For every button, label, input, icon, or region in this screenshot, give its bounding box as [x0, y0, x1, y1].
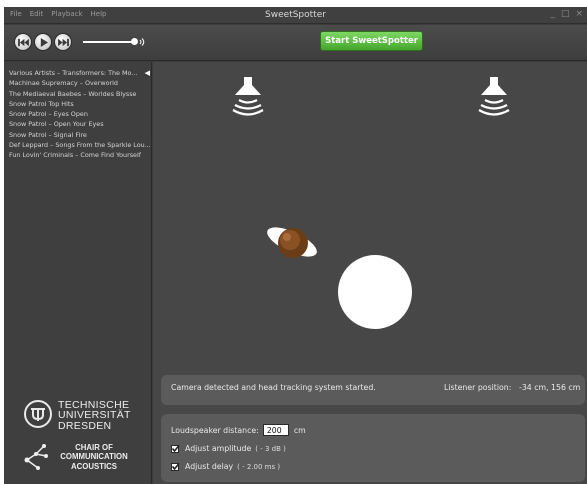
listener-head-icon: [267, 227, 317, 258]
delay-row: Adjust delay ( - 2.00 ms ): [171, 462, 280, 471]
playlist-item[interactable]: Various Artists – Transformers: The Mo..…: [9, 68, 150, 78]
listener-position-value: -34 cm, 156 cm: [519, 383, 581, 392]
amplitude-checkbox[interactable]: [171, 444, 180, 453]
status-message: Camera detected and head tracking system…: [171, 383, 376, 392]
amplitude-label: Adjust amplitude: [185, 444, 252, 453]
right-loudspeaker-icon: [478, 77, 510, 116]
window-title: SweetSpotter: [265, 10, 326, 20]
tu-dresden-logo: TECHNISCHE UNIVERSITÄT DRESDEN: [24, 398, 136, 434]
playlist-item[interactable]: Machinae Supremacy – Overworld: [9, 78, 150, 88]
cca-line-1: CHAIR OF: [75, 443, 113, 452]
window-controls: _ □ ×: [550, 9, 583, 19]
settings-panel: Loudspeaker distance: cm Adjust amplitud…: [161, 414, 585, 482]
tu-dresden-emblem-icon: [24, 400, 52, 428]
playlist-item-label: Snow Patrol – Open Your Eyes: [9, 120, 104, 129]
cca-line-2: COMMUNICATION: [60, 452, 128, 462]
amplitude-value: ( - 3 dB ): [255, 444, 286, 453]
tu-dresden-wordmark: TECHNISCHE UNIVERSITÄT DRESDEN: [58, 400, 131, 431]
sweet-spot-marker[interactable]: [338, 255, 412, 329]
previous-button[interactable]: [14, 33, 32, 51]
play-icon: [40, 37, 48, 47]
left-loudspeaker-icon: [232, 77, 264, 116]
next-icon: [57, 38, 69, 46]
listening-stage: Camera detected and head tracking system…: [153, 62, 587, 484]
playlist-item-label: Snow Patrol Top Hits: [9, 99, 74, 108]
playlist-item[interactable]: Snow Patrol – Open Your Eyes: [9, 119, 150, 129]
playlist-item-label: The Mediaeval Baebes – Worldes Blysse: [9, 89, 137, 98]
speaker-volume-icon: [139, 38, 145, 46]
playlist: Various Artists – Transformers: The Mo..…: [9, 68, 150, 161]
sidebar: Various Artists – Transformers: The Mo..…: [4, 62, 152, 484]
maximize-button[interactable]: □: [561, 9, 570, 19]
close-button[interactable]: ×: [575, 9, 583, 19]
volume-knob[interactable]: [130, 38, 138, 45]
distance-label: Loudspeaker distance:: [171, 425, 259, 435]
volume-slider[interactable]: [83, 38, 138, 45]
delay-value: ( - 2.00 ms ): [237, 462, 281, 471]
distance-unit: cm: [293, 425, 306, 435]
cca-wordmark: CHAIR OF COMMUNICATION ACOUSTICS: [54, 443, 134, 471]
status-panel: Camera detected and head tracking system…: [161, 375, 585, 405]
playlist-item[interactable]: The Mediaeval Baebes – Worldes Blysse: [9, 89, 150, 99]
playlist-item-label: Def Leppard – Songs From the Sparkle Lou…: [9, 141, 150, 150]
playlist-item-label: Snow Patrol – Eyes Open: [9, 110, 88, 119]
previous-icon: [17, 38, 29, 46]
playlist-item[interactable]: Snow Patrol – Eyes Open: [9, 109, 150, 119]
volume-fill: [83, 41, 135, 43]
playlist-item[interactable]: Snow Patrol Top Hits: [9, 99, 150, 109]
tud-line-3: DRESDEN: [58, 419, 112, 432]
checkmark-icon: [171, 462, 180, 470]
playlist-item-label: Snow Patrol – Signal Fire: [9, 130, 87, 139]
network-nodes-icon: [24, 444, 48, 470]
app-window: File Edit Playback Help SweetSpotter _ □…: [4, 7, 587, 484]
playlist-item-label: Various Artists – Transformers: The Mo..…: [9, 69, 138, 77]
distance-input[interactable]: [262, 424, 289, 436]
distance-row: Loudspeaker distance: cm: [171, 424, 306, 436]
playlist-item-label: Fun Lovin' Criminals – Come Find Yoursel…: [9, 151, 142, 160]
playlist-item[interactable]: Fun Lovin' Criminals – Come Find Yoursel…: [9, 150, 150, 160]
now-playing-indicator-icon: ◀: [144, 69, 150, 77]
start-sweetspotter-button[interactable]: Start SweetSpotter: [320, 31, 423, 51]
chair-communication-acoustics-logo: CHAIR OF COMMUNICATION ACOUSTICS: [24, 440, 136, 480]
listener-position-label: Listener position:: [444, 383, 512, 392]
delay-checkbox[interactable]: [171, 462, 180, 471]
checkmark-icon: [171, 444, 180, 452]
play-button[interactable]: [34, 33, 52, 51]
toolbar: Start SweetSpotter: [4, 25, 587, 61]
amplitude-row: Adjust amplitude ( - 3 dB ): [171, 444, 286, 453]
title-bar: File Edit Playback Help SweetSpotter _ □…: [4, 7, 587, 24]
delay-label: Adjust delay: [185, 462, 234, 471]
next-button[interactable]: [54, 33, 72, 51]
minimize-button[interactable]: _: [550, 9, 555, 19]
playlist-item-label: Machinae Supremacy – Overworld: [9, 79, 118, 88]
playlist-item[interactable]: Def Leppard – Songs From the Sparkle Lou…: [9, 140, 150, 150]
playlist-item[interactable]: Snow Patrol – Signal Fire: [9, 130, 150, 140]
cca-line-3: ACOUSTICS: [71, 461, 117, 471]
